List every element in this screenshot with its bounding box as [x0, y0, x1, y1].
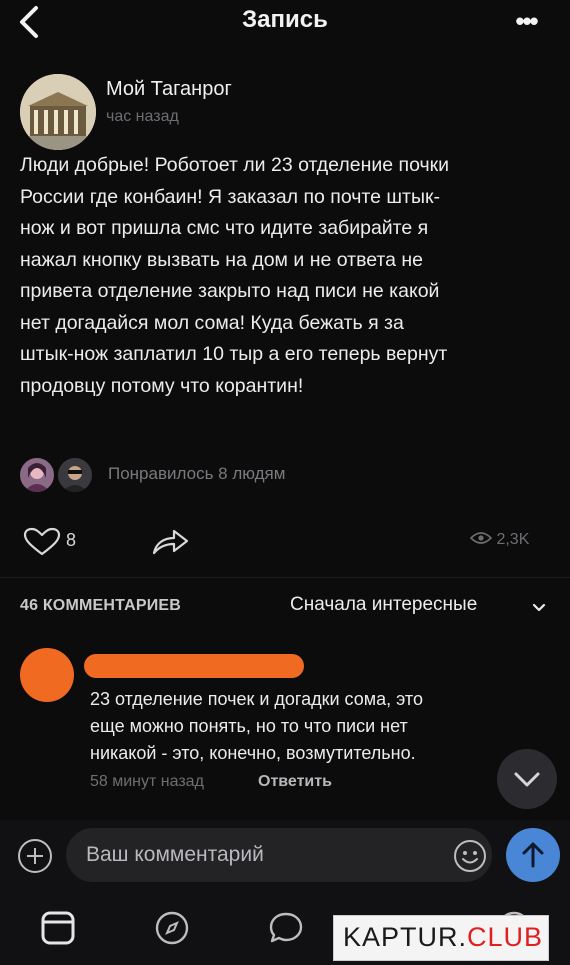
share-button[interactable] — [150, 525, 192, 557]
share-icon — [152, 529, 189, 555]
watermark-accent: CLUB — [467, 922, 544, 952]
commenter-name-redacted[interactable] — [84, 654, 304, 678]
feed-icon — [41, 911, 75, 945]
building-icon — [20, 74, 96, 150]
comment-timestamp: 58 минут назад — [90, 773, 204, 790]
like-button[interactable] — [22, 527, 92, 557]
tab-messages[interactable] — [266, 908, 306, 948]
liked-by-text[interactable]: Понравилось 8 людям — [108, 464, 285, 484]
author-avatar[interactable] — [20, 74, 96, 150]
liker-avatar[interactable] — [56, 456, 94, 494]
watermark-main: KAPTUR. — [343, 922, 468, 952]
commenter-avatar[interactable] — [20, 648, 74, 702]
post-text: Люди добрые! Роботоет ли 23 отделение по… — [20, 154, 450, 397]
tab-feed[interactable] — [38, 908, 78, 948]
arrow-up-icon — [522, 842, 544, 868]
like-count: 8 — [66, 530, 77, 550]
reply-button[interactable]: Ответить — [258, 773, 332, 791]
liker-avatar[interactable] — [18, 456, 56, 494]
tab-discover[interactable] — [152, 908, 192, 948]
views-count: 2,3K — [469, 531, 530, 549]
smiley-icon — [454, 840, 486, 872]
comment-input-placeholder: Ваш комментарий — [86, 843, 264, 866]
more-button[interactable]: ••• — [506, 6, 546, 36]
chat-bubble-icon — [269, 912, 303, 943]
attach-button[interactable] — [16, 837, 54, 875]
eye-icon — [469, 532, 493, 544]
comment-text: 23 отделение почек и догадки сома, это е… — [90, 689, 423, 763]
heart-icon — [23, 527, 61, 556]
scroll-down-button[interactable] — [497, 749, 557, 809]
comments-count: 46 КОММЕНТАРИЕВ — [20, 597, 182, 614]
comments-sort-select[interactable]: Сначала интересные — [290, 594, 477, 616]
chevron-down-icon[interactable] — [530, 598, 548, 616]
page-title: Запись — [242, 6, 328, 33]
send-button[interactable] — [506, 828, 560, 882]
chevron-down-icon — [514, 772, 540, 787]
compass-icon — [155, 911, 189, 945]
more-horizontal-icon: ••• — [515, 6, 538, 36]
divider — [0, 577, 570, 578]
plus-circle-icon — [18, 839, 52, 873]
post-timestamp: час назад — [106, 108, 179, 125]
views-value: 2,3K — [496, 531, 530, 548]
watermark-logo: KAPTUR.CLUB — [343, 922, 543, 953]
author-name[interactable]: Мой Таганрог — [106, 78, 232, 101]
emoji-button[interactable] — [452, 838, 488, 874]
